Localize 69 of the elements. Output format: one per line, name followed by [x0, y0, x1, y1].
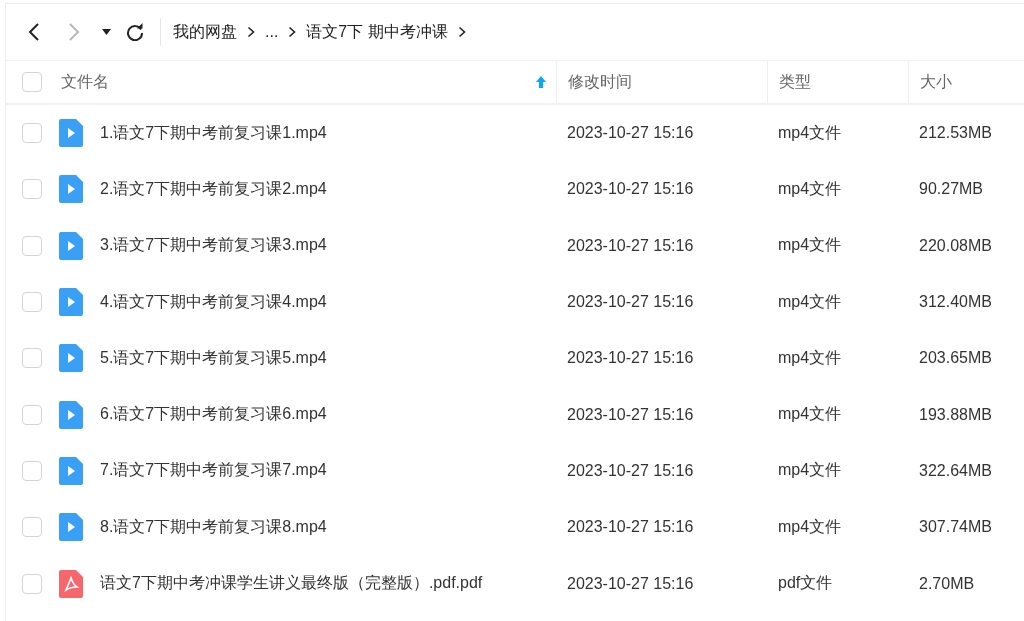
video-file-icon: [59, 288, 83, 317]
file-type: mp4文件: [778, 122, 842, 143]
file-size: 90.27MB: [919, 180, 984, 199]
sort-up-arrow-icon[interactable]: [536, 76, 546, 88]
refresh-icon[interactable]: [126, 23, 144, 41]
video-file-icon: [59, 119, 83, 148]
modified-time: 2023-10-27 15:16: [567, 461, 694, 480]
chevron-right-icon: [457, 26, 466, 38]
checkbox[interactable]: [22, 517, 42, 538]
column-header[interactable]: 类型: [779, 71, 898, 93]
file-name[interactable]: 语文7下期中考冲课学生讲义最终版（完整版）.pdf.pdf: [100, 573, 483, 594]
video-file-icon: [59, 175, 83, 204]
dropdown-caret-icon[interactable]: [102, 29, 111, 35]
file-type: mp4文件: [778, 347, 842, 368]
chevron-right-icon: [288, 26, 297, 38]
video-file-icon: [59, 400, 83, 429]
pdf-file-icon: [59, 569, 83, 598]
file-size: 220.08MB: [919, 236, 992, 255]
file-size: 203.65MB: [919, 349, 992, 368]
video-file-icon: [59, 513, 83, 542]
modified-time: 2023-10-27 15:16: [567, 518, 694, 537]
file-size: 193.88MB: [919, 405, 992, 424]
file-name[interactable]: 8.语文7下期中考前复习课8.mp4: [100, 516, 327, 538]
column-header[interactable]: 大小: [920, 71, 1014, 93]
file-name[interactable]: 6.语文7下期中考前复习课6.mp4: [100, 404, 327, 426]
video-file-icon: [59, 344, 83, 373]
column-header[interactable]: 文件名: [61, 71, 546, 93]
file-size: 2.70MB: [919, 574, 975, 593]
file-size: 212.53MB: [919, 124, 992, 143]
checkbox[interactable]: [22, 292, 42, 313]
modified-time: 2023-10-27 15:16: [567, 236, 694, 255]
file-type: mp4文件: [778, 404, 842, 425]
breadcrumb-item[interactable]: ...: [265, 23, 279, 41]
file-name[interactable]: 5.语文7下期中考前复习课5.mp4: [100, 347, 327, 369]
checkbox[interactable]: [22, 348, 42, 369]
checkbox[interactable]: [22, 460, 42, 481]
file-type: mp4文件: [778, 235, 842, 256]
checkbox[interactable]: [22, 123, 42, 144]
video-file-icon: [59, 231, 83, 260]
breadcrumb-item[interactable]: 我的网盘: [173, 21, 237, 43]
video-file-icon: [59, 456, 83, 485]
checkbox[interactable]: [22, 72, 42, 92]
modified-time: 2023-10-27 15:16: [567, 180, 694, 199]
checkbox[interactable]: [22, 404, 42, 425]
modified-time: 2023-10-27 15:16: [567, 349, 694, 368]
file-size: 322.64MB: [919, 461, 992, 480]
modified-time: 2023-10-27 15:16: [567, 574, 694, 593]
file-name[interactable]: 4.语文7下期中考前复习课4.mp4: [100, 291, 327, 313]
file-size: 312.40MB: [919, 293, 992, 312]
file-name[interactable]: 2.语文7下期中考前复习课2.mp4: [100, 178, 327, 200]
column-header[interactable]: 修改时间: [568, 71, 757, 93]
file-type: pdf文件: [778, 573, 833, 593]
file-type: mp4文件: [778, 178, 842, 199]
checkbox[interactable]: [22, 179, 42, 200]
checkbox[interactable]: [22, 235, 42, 256]
file-type: mp4文件: [778, 460, 842, 481]
breadcrumb-item[interactable]: 语文7下 期中考冲课: [306, 21, 448, 43]
file-name[interactable]: 1.语文7下期中考前复习课1.mp4: [100, 122, 327, 144]
file-name[interactable]: 3.语文7下期中考前复习课3.mp4: [100, 235, 327, 257]
file-type: mp4文件: [778, 291, 842, 312]
back-icon[interactable]: [28, 22, 40, 42]
file-type: mp4文件: [778, 516, 842, 537]
modified-time: 2023-10-27 15:16: [567, 293, 694, 312]
modified-time: 2023-10-27 15:16: [567, 405, 694, 424]
file-name[interactable]: 7.语文7下期中考前复习课7.mp4: [100, 460, 327, 482]
chevron-right-icon: [247, 26, 255, 38]
modified-time: 2023-10-27 15:16: [567, 124, 694, 143]
checkbox[interactable]: [22, 573, 42, 594]
file-size: 307.74MB: [919, 518, 992, 537]
